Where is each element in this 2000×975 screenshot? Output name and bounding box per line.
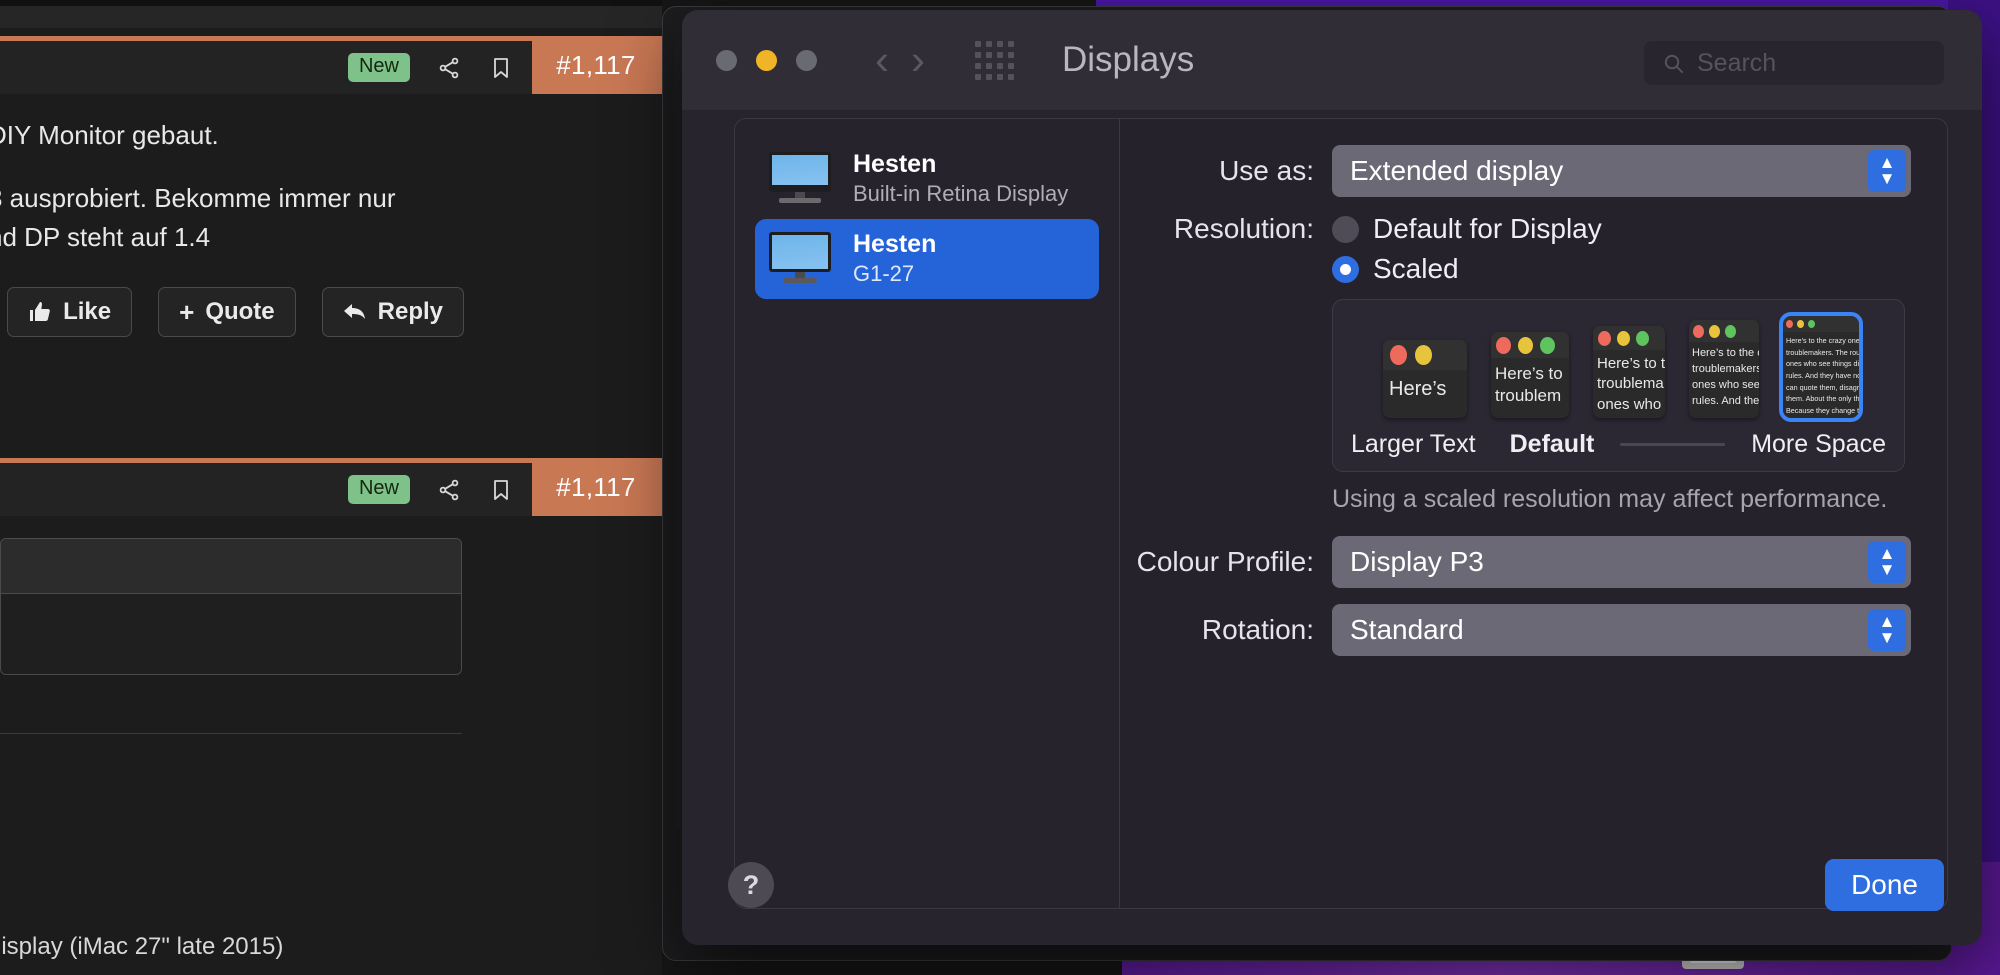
sheet-body: Hesten Built-in Retina Display Hesten G1… <box>734 118 1948 909</box>
close-window-button[interactable] <box>716 49 737 71</box>
scaling-slider-track[interactable] <box>1620 443 1726 446</box>
thumbs-up-icon <box>28 300 52 324</box>
radio-button[interactable] <box>1332 255 1359 283</box>
radio-button[interactable] <box>1332 215 1359 243</box>
scale-option-1[interactable]: Here’s <box>1383 340 1467 418</box>
display-subtitle: G1-27 <box>853 261 915 287</box>
display-settings-pane: Use as: Extended display ▲ ▼ Resolution: … <box>1120 119 1947 908</box>
navigation-arrows: ‹ › <box>875 39 925 81</box>
like-label: Like <box>63 298 112 325</box>
scale-option-4[interactable]: Here’s to the cr troublemakers. ones who… <box>1689 320 1759 418</box>
external-monitor-icon <box>769 231 831 286</box>
sheet-titlebar: ‹ › Displays Search <box>682 10 1982 110</box>
reply-arrow-icon <box>343 302 367 322</box>
post-new-badge: New <box>347 53 410 82</box>
search-icon <box>1662 52 1685 75</box>
radio-label: Default for Display <box>1373 213 1602 244</box>
stepper-chevrons-icon: ▲ ▼ <box>1868 541 1906 583</box>
done-button[interactable]: Done <box>1825 859 1944 911</box>
resolution-label: Resolution: <box>1173 213 1314 244</box>
editor-textarea[interactable] <box>1 594 461 674</box>
scaling-thumbnails: Here’s Here’s to troublem Here’s to t tr… <box>1351 312 1886 422</box>
resolution-row-default: Resolution: Default for Display <box>1120 213 1911 245</box>
reply-button[interactable]: Reply <box>321 287 464 337</box>
post-number[interactable]: #1,117 <box>530 458 662 516</box>
forum-post-2: New #1,117 <box>0 458 662 734</box>
displays-sheet: ‹ › Displays Search Hesten Built-in Reti… <box>682 10 1982 945</box>
help-button[interactable]: ? <box>728 862 774 908</box>
rotation-value: Standard <box>1350 614 1464 645</box>
forward-chevron-icon[interactable]: › <box>911 39 925 81</box>
back-chevron-icon[interactable]: ‹ <box>875 39 889 81</box>
post-text-line-2: 3 ausprobiert. Bekomme immer nur <box>0 183 396 213</box>
rotation-dropdown[interactable]: Standard ▲ ▼ <box>1332 604 1911 656</box>
use-as-label: Use as: <box>1219 155 1314 186</box>
reply-label: Reply <box>377 298 443 325</box>
post-new-badge: New <box>347 475 410 504</box>
use-as-value: Extended display <box>1350 155 1564 186</box>
bookmark-icon[interactable] <box>488 55 514 81</box>
radio-scaled[interactable]: Scaled <box>1332 253 1459 285</box>
editor-box[interactable] <box>0 538 462 675</box>
scale-option-3[interactable]: Here’s to t troublema ones who <box>1593 326 1665 418</box>
quote-button[interactable]: + Quote <box>158 287 296 337</box>
forum-footer-text: display (iMac 27" late 2015) <box>0 933 284 960</box>
post-text-line-1: DIY Monitor gebaut. <box>0 120 219 150</box>
scaling-labels: Larger Text Default More Space <box>1351 430 1886 459</box>
colour-profile-value: Display P3 <box>1350 546 1484 577</box>
plus-icon: + <box>179 297 195 327</box>
forum-post-1: New #1,117 DIY Monitor gebaut. 3 ausprob… <box>0 36 662 363</box>
rotation-row: Rotation: Standard ▲ ▼ <box>1120 604 1911 656</box>
display-name: Hesten <box>853 229 937 258</box>
minimize-window-button[interactable] <box>756 49 777 71</box>
resolution-row-scaled: Scaled <box>1120 253 1911 285</box>
colour-profile-row: Colour Profile: Display P3 ▲ ▼ <box>1120 536 1911 588</box>
bookmark-icon[interactable] <box>488 477 514 503</box>
display-subtitle: Built-in Retina Display <box>853 181 1069 207</box>
rotation-label: Rotation: <box>1201 614 1314 645</box>
share-icon[interactable] <box>436 477 462 503</box>
scaling-default-label: Default <box>1509 430 1595 458</box>
scaling-chooser: Here’s Here’s to troublem Here’s to t tr… <box>1332 299 1905 472</box>
search-placeholder: Search <box>1697 48 1777 77</box>
divider <box>0 733 462 734</box>
display-list: Hesten Built-in Retina Display Hesten G1… <box>735 119 1120 908</box>
radio-label: Scaled <box>1373 253 1459 284</box>
scale-option-5[interactable]: Here’s to the crazy one troublemakers. T… <box>1779 312 1863 422</box>
display-list-item-builtin[interactable]: Hesten Built-in Retina Display <box>755 139 1099 219</box>
use-as-row: Use as: Extended display ▲ ▼ <box>1120 145 1911 197</box>
stepper-chevrons-icon: ▲ ▼ <box>1868 150 1906 192</box>
page-title: Displays <box>1062 40 1195 79</box>
stepper-chevrons-icon: ▲ ▼ <box>1868 609 1906 651</box>
scale-option-2[interactable]: Here’s to troublem <box>1491 332 1569 418</box>
scaling-hint: Using a scaled resolution may affect per… <box>1332 485 1888 513</box>
grid-view-icon[interactable] <box>975 40 1014 80</box>
post-actions: Like + Quote Reply <box>0 257 662 363</box>
share-icon[interactable] <box>436 55 462 81</box>
post-editor <box>0 516 662 675</box>
like-button[interactable]: Like <box>7 287 133 337</box>
use-as-dropdown[interactable]: Extended display ▲ ▼ <box>1332 145 1911 197</box>
forum-page: New #1,117 DIY Monitor gebaut. 3 ausprob… <box>0 0 662 975</box>
scaling-left-label: Larger Text <box>1351 430 1476 458</box>
post-body: DIY Monitor gebaut. 3 ausprobiert. Bekom… <box>0 94 662 363</box>
post-text-line-3: nd DP steht auf 1.4 <box>0 222 211 252</box>
forum-top-edge <box>0 0 662 6</box>
post-header: New #1,117 <box>0 36 662 94</box>
post-number[interactable]: #1,117 <box>530 36 662 94</box>
traffic-lights <box>716 49 817 71</box>
editor-toolbar[interactable] <box>1 539 461 594</box>
post-header: New #1,117 <box>0 458 662 516</box>
display-list-item-external[interactable]: Hesten G1-27 <box>755 218 1099 299</box>
sheet-footer: ? Done <box>728 859 1944 911</box>
radio-default-for-display[interactable]: Default for Display <box>1332 213 1602 245</box>
colour-profile-dropdown[interactable]: Display P3 ▲ ▼ <box>1332 536 1911 588</box>
search-field[interactable]: Search <box>1644 41 1944 85</box>
imac-monitor-icon <box>769 151 831 206</box>
zoom-window-button[interactable] <box>796 49 817 71</box>
display-name: Hesten <box>853 150 937 178</box>
scaling-right-label: More Space <box>1751 430 1886 458</box>
colour-profile-label: Colour Profile: <box>1136 546 1314 577</box>
quote-label: Quote <box>205 298 275 325</box>
